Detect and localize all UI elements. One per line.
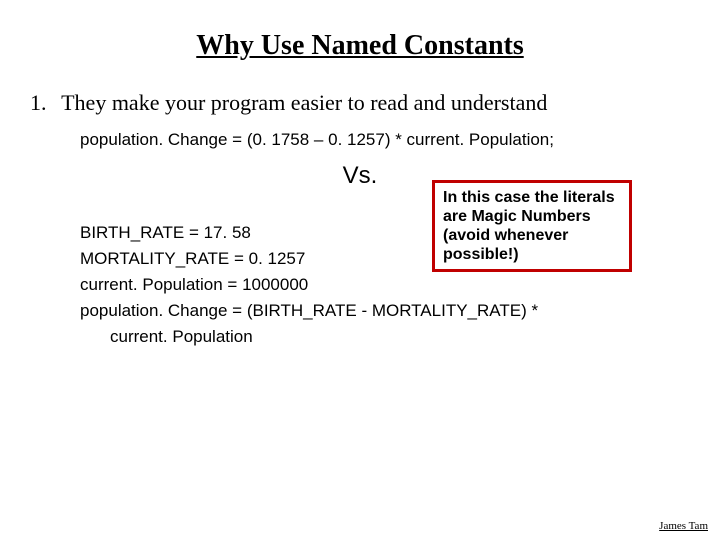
bullet-number: 1. xyxy=(30,90,56,116)
slide-title: Why Use Named Constants xyxy=(0,30,720,62)
author-credit: James Tam xyxy=(659,520,708,532)
slide: Why Use Named Constants 1. They make you… xyxy=(0,0,720,540)
code-line: current. Population = 1000000 xyxy=(80,272,660,298)
callout-box-magic-numbers: In this case the literals are Magic Numb… xyxy=(432,180,632,272)
code-line: population. Change = (BIRTH_RATE - MORTA… xyxy=(80,298,660,324)
code-line: current. Population xyxy=(80,324,660,350)
bullet-item-1: 1. They make your program easier to read… xyxy=(30,90,690,116)
code-example-literals: population. Change = (0. 1758 – 0. 1257)… xyxy=(80,130,554,150)
bullet-text: They make your program easier to read an… xyxy=(61,90,547,115)
